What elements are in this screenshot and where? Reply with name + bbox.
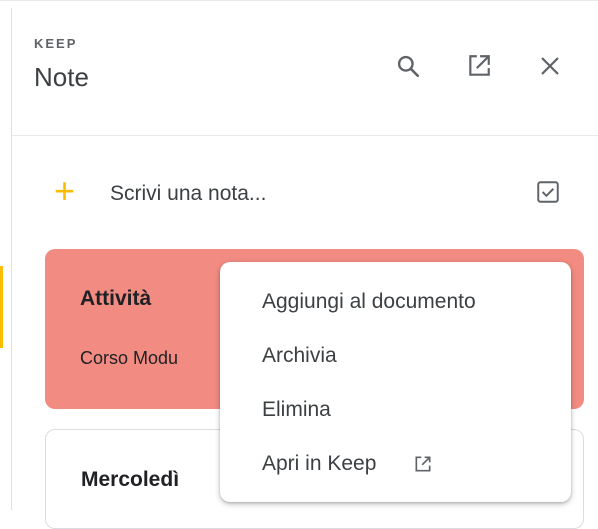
note-context-menu: Aggiungi al documento Archivia Elimina A… — [220, 262, 571, 502]
menu-item-label: Elimina — [262, 398, 331, 421]
close-icon[interactable] — [532, 48, 568, 84]
brand-label: KEEP — [34, 36, 78, 51]
checkbox-icon[interactable] — [534, 178, 562, 206]
open-in-new-icon[interactable] — [461, 48, 497, 84]
document-accent-bar — [0, 266, 3, 348]
note-title: Attività — [80, 287, 152, 310]
menu-item-label: Aggiungi al documento — [262, 290, 476, 313]
note-title: Mercoledì — [81, 468, 180, 491]
menu-item-label: Apri in Keep — [262, 452, 377, 475]
menu-item-label: Archivia — [262, 344, 337, 367]
keep-panel-header — [12, 8, 598, 136]
menu-item-delete[interactable]: Elimina — [220, 384, 571, 434]
menu-item-add-to-document[interactable]: Aggiungi al documento — [220, 276, 571, 326]
menu-item-open-in-keep[interactable]: Apri in Keep — [220, 438, 571, 488]
header-divider — [12, 135, 598, 136]
note-body: Corso Modu — [80, 348, 179, 368]
plus-icon: + — [54, 170, 76, 211]
menu-item-archive[interactable]: Archivia — [220, 330, 571, 380]
new-note-input[interactable]: + Scrivi una nota... — [48, 168, 578, 216]
new-note-placeholder: Scrivi una nota... — [110, 182, 267, 205]
search-icon[interactable] — [390, 48, 426, 84]
page-title: Note — [34, 62, 89, 92]
open-in-new-icon — [413, 454, 433, 474]
top-divider — [0, 0, 598, 1]
